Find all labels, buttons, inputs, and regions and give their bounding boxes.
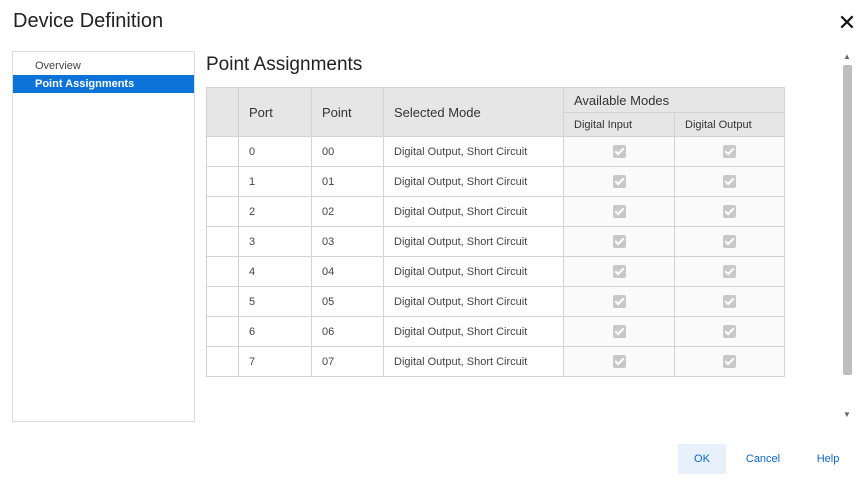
cell-selected-mode: Digital Output, Short Circuit [383,136,564,167]
sidebar-nav: Overview Point Assignments [12,51,195,422]
cell-digital-input [563,346,675,377]
row-header-cell[interactable] [206,316,239,347]
scroll-down-icon[interactable]: ▼ [840,409,854,421]
digital-output-checkbox[interactable] [723,295,736,308]
cell-selected-mode: Digital Output, Short Circuit [383,226,564,257]
cell-selected-mode: Digital Output, Short Circuit [383,286,564,317]
cell-selected-mode: Digital Output, Short Circuit [383,316,564,347]
cell-point: 04 [311,256,384,287]
column-header-digital-input[interactable]: Digital Input [563,112,675,137]
row-header-cell[interactable] [206,286,239,317]
row-header-cell[interactable] [206,226,239,257]
digital-output-checkbox[interactable] [723,175,736,188]
cell-digital-output [674,196,785,227]
digital-output-checkbox[interactable] [723,325,736,338]
cell-digital-input [563,136,675,167]
cell-point: 03 [311,226,384,257]
vertical-scrollbar[interactable]: ▲ ▼ [840,51,854,421]
scroll-up-icon[interactable]: ▲ [840,51,854,63]
nav-item-point-assignments[interactable]: Point Assignments [13,75,194,93]
cell-selected-mode: Digital Output, Short Circuit [383,196,564,227]
cell-point: 02 [311,196,384,227]
cell-point: 07 [311,346,384,377]
cell-point: 01 [311,166,384,197]
row-header-cell[interactable] [206,166,239,197]
cell-digital-input [563,256,675,287]
cell-port: 6 [238,316,312,347]
digital-input-checkbox[interactable] [612,295,626,308]
column-header-point[interactable]: Point [311,87,384,137]
cell-digital-output [674,256,785,287]
cell-point: 06 [311,316,384,347]
dialog-title: Device Definition [13,10,164,32]
cell-point: 05 [311,286,384,317]
column-group-available-modes: Available Modes [563,87,785,113]
table-row[interactable]: 5 05 Digital Output, Short Circuit [206,286,785,317]
cell-selected-mode: Digital Output, Short Circuit [383,346,564,377]
digital-input-checkbox[interactable] [612,145,626,158]
table-row[interactable]: 3 03 Digital Output, Short Circuit [206,226,785,257]
digital-input-checkbox[interactable] [612,355,626,368]
digital-output-checkbox[interactable] [723,355,736,368]
row-header-cell[interactable] [206,256,239,287]
cell-digital-input [563,166,675,197]
cell-digital-output [674,286,785,317]
cell-port: 1 [238,166,312,197]
cell-digital-output [674,316,785,347]
cell-port: 3 [238,226,312,257]
cell-selected-mode: Digital Output, Short Circuit [383,256,564,287]
digital-input-checkbox[interactable] [612,265,626,278]
cancel-button[interactable]: Cancel [738,444,788,474]
row-header-cell[interactable] [206,196,239,227]
close-icon[interactable]: ✕ [836,12,858,34]
cell-port: 7 [238,346,312,377]
digital-input-checkbox[interactable] [612,175,626,188]
cell-port: 4 [238,256,312,287]
cell-digital-output [674,346,785,377]
digital-output-checkbox[interactable] [723,265,736,278]
nav-item-overview[interactable]: Overview [13,57,194,75]
table-row[interactable]: 2 02 Digital Output, Short Circuit [206,196,785,227]
row-header-cell[interactable] [206,346,239,377]
cell-digital-output [674,136,785,167]
cell-digital-input [563,286,675,317]
table-row[interactable]: 7 07 Digital Output, Short Circuit [206,346,785,377]
cell-port: 5 [238,286,312,317]
cell-digital-input [563,316,675,347]
digital-input-checkbox[interactable] [612,325,626,338]
digital-input-checkbox[interactable] [612,205,626,218]
cell-selected-mode: Digital Output, Short Circuit [383,166,564,197]
table-row[interactable]: 6 06 Digital Output, Short Circuit [206,316,785,347]
help-button[interactable]: Help [808,444,848,474]
cell-point: 00 [311,136,384,167]
point-assignments-table: Port Point Selected Mode Available Modes… [206,87,785,377]
digital-output-checkbox[interactable] [723,145,736,158]
scrollbar-thumb[interactable] [843,65,852,375]
digital-output-checkbox[interactable] [723,235,736,248]
column-header-digital-output[interactable]: Digital Output [674,112,785,137]
table-row[interactable]: 4 04 Digital Output, Short Circuit [206,256,785,287]
cell-port: 2 [238,196,312,227]
row-header-corner [206,87,239,137]
row-header-cell[interactable] [206,136,239,167]
cell-digital-output [674,226,785,257]
digital-input-checkbox[interactable] [612,235,626,248]
cell-digital-input [563,196,675,227]
cell-digital-output [674,166,785,197]
page-title: Point Assignments [206,54,363,75]
table-row[interactable]: 0 00 Digital Output, Short Circuit [206,136,785,167]
digital-output-checkbox[interactable] [723,205,736,218]
ok-button[interactable]: OK [678,444,726,474]
column-header-selected-mode[interactable]: Selected Mode [383,87,564,137]
table-row[interactable]: 1 01 Digital Output, Short Circuit [206,166,785,197]
cell-port: 0 [238,136,312,167]
column-header-port[interactable]: Port [238,87,312,137]
cell-digital-input [563,226,675,257]
